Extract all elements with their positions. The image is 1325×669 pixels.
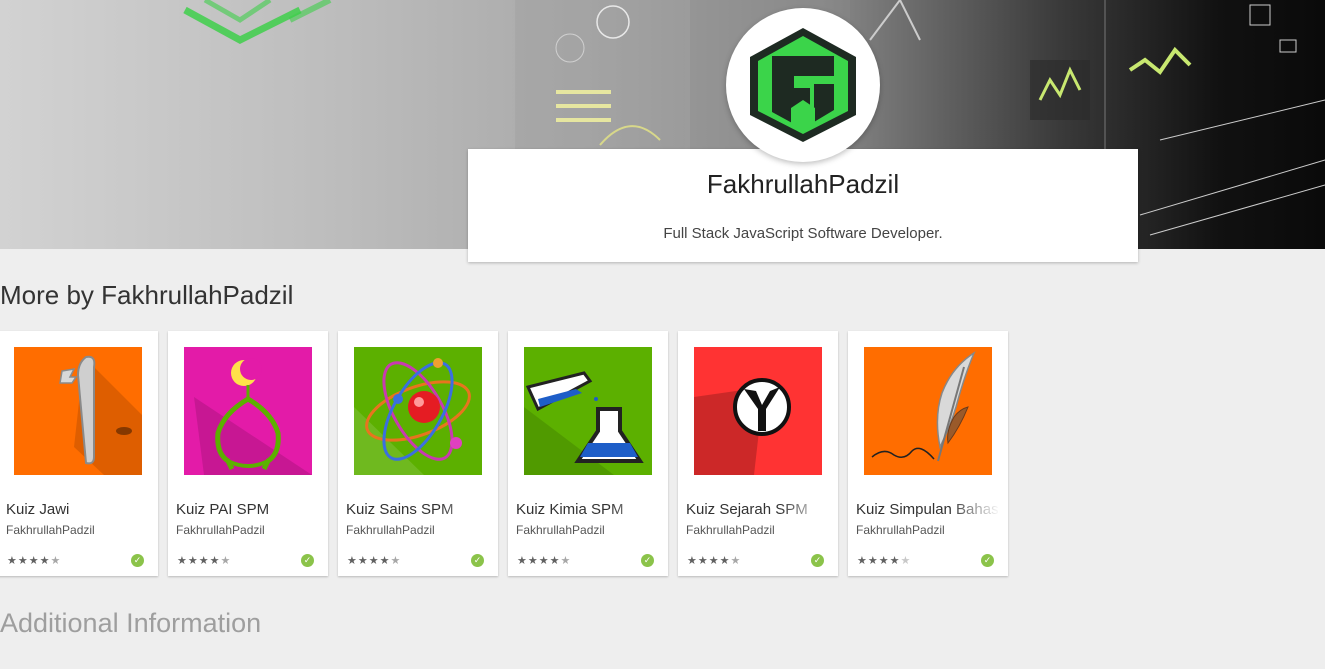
app-title[interactable]: Kuiz Jawi (6, 501, 150, 518)
rating-stars: ★★★★★ (7, 555, 62, 567)
app-developer[interactable]: FakhrullahPadzil (176, 523, 265, 537)
app-title[interactable]: Kuiz Kimia SPM (516, 501, 660, 518)
rating-stars: ★★★★★ (177, 555, 232, 567)
developer-logo-icon (750, 28, 856, 142)
app-card[interactable]: Kuiz PAI SPM FakhrullahPadzil ★★★★★ ✓ (168, 331, 328, 576)
app-developer[interactable]: FakhrullahPadzil (516, 523, 605, 537)
app-card[interactable]: Kuiz Sains SPM FakhrullahPadzil ★★★★★ ✓ (338, 331, 498, 576)
installed-check-icon: ✓ (981, 554, 994, 567)
app-card[interactable]: Kuiz Sejarah SPM FakhrullahPadzil ★★★★★ … (678, 331, 838, 576)
developer-avatar (726, 8, 880, 162)
developer-tagline: Full Stack JavaScript Software Developer… (663, 225, 943, 242)
developer-info-card: FakhrullahPadzil Full Stack JavaScript S… (468, 149, 1138, 262)
rating-stars: ★★★★★ (857, 555, 912, 567)
app-developer[interactable]: FakhrullahPadzil (686, 523, 775, 537)
additional-info-title: Additional Information (0, 608, 262, 638)
mosque-dome-icon[interactable] (184, 347, 312, 475)
app-developer[interactable]: FakhrullahPadzil (6, 523, 95, 537)
installed-check-icon: ✓ (301, 554, 314, 567)
rating-stars: ★★★★★ (517, 555, 572, 567)
app-title[interactable]: Kuiz Sejarah SPM (686, 501, 830, 518)
installed-check-icon: ✓ (471, 554, 484, 567)
app-card[interactable]: Kuiz Simpulan Bahasa FakhrullahPadzil ★★… (848, 331, 1008, 576)
app-title[interactable]: Kuiz Simpulan Bahasa (856, 501, 1000, 518)
rating-stars: ★★★★★ (687, 555, 742, 567)
jawi-alif-icon[interactable] (14, 347, 142, 475)
rating-stars: ★★★★★ (347, 555, 402, 567)
app-title[interactable]: Kuiz PAI SPM (176, 501, 320, 518)
app-title[interactable]: Kuiz Sains SPM (346, 501, 490, 518)
app-developer[interactable]: FakhrullahPadzil (346, 523, 435, 537)
sejarah-emblem-icon[interactable] (694, 347, 822, 475)
app-card[interactable]: Kuiz Jawi FakhrullahPadzil ★★★★★ ✓ (0, 331, 158, 576)
app-card[interactable]: Kuiz Kimia SPM FakhrullahPadzil ★★★★★ ✓ (508, 331, 668, 576)
installed-check-icon: ✓ (641, 554, 654, 567)
chemistry-flask-icon[interactable] (524, 347, 652, 475)
more-by-section-title: More by FakhrullahPadzil (0, 280, 294, 310)
app-developer[interactable]: FakhrullahPadzil (856, 523, 945, 537)
installed-check-icon: ✓ (811, 554, 824, 567)
atom-icon[interactable] (354, 347, 482, 475)
developer-name: FakhrullahPadzil (706, 169, 900, 199)
quill-feather-icon[interactable] (864, 347, 992, 475)
installed-check-icon: ✓ (131, 554, 144, 567)
